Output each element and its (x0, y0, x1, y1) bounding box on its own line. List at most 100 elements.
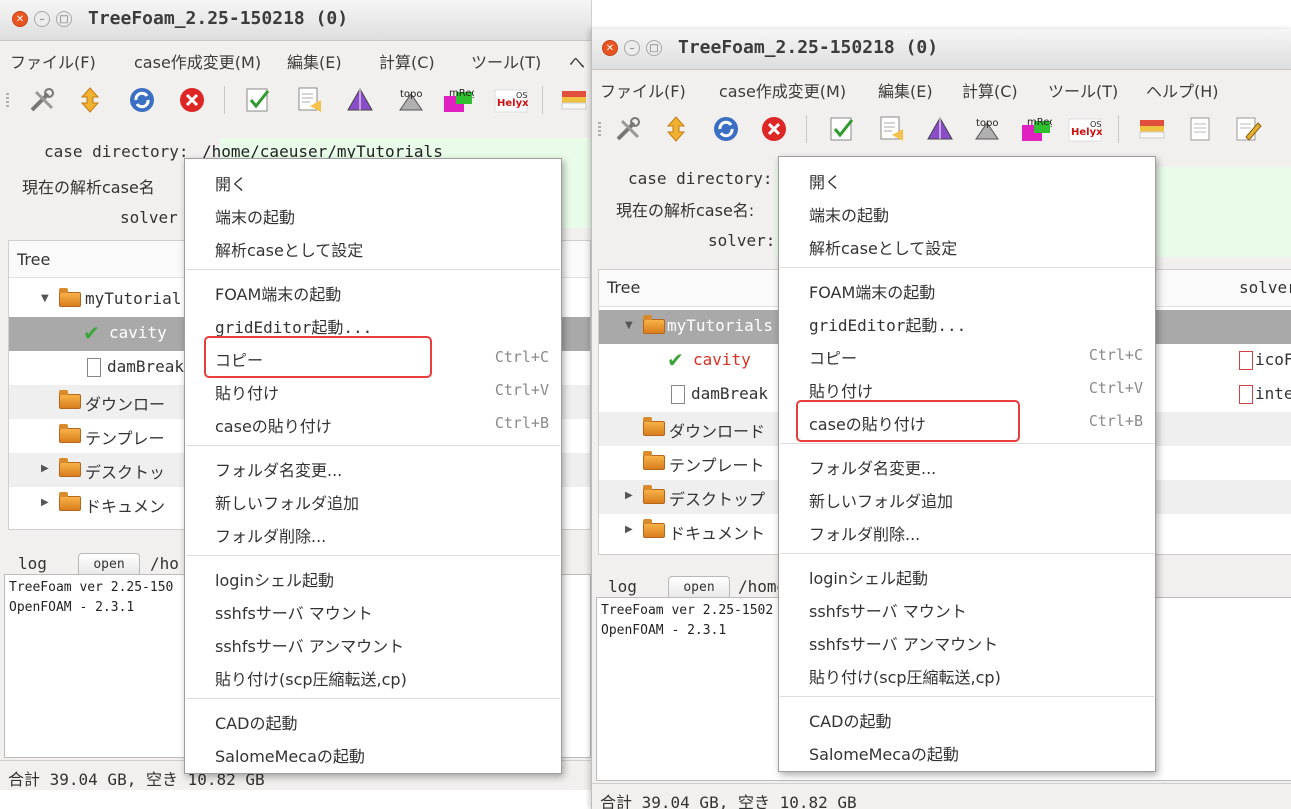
menu-file[interactable]: ファイル(F) (10, 49, 96, 73)
refresh-icon[interactable] (712, 115, 740, 143)
menu-item-salome[interactable]: SalomeMecaの起動 (185, 737, 561, 770)
expanded-arrow-icon[interactable]: ▼ (625, 320, 633, 331)
triangle-mesh-icon[interactable] (926, 115, 954, 143)
menu-item-rename[interactable]: フォルダ名変更... (779, 449, 1155, 482)
menu-item-delete-folder[interactable]: フォルダ削除... (779, 515, 1155, 548)
menu-case[interactable]: case作成変更(M) (719, 78, 846, 102)
minimize-window-button[interactable]: – (34, 11, 50, 27)
menu-item-sshfs-mount[interactable]: sshfsサーバ マウント (779, 592, 1155, 625)
menu-item-foam-terminal[interactable]: FOAM端末の起動 (185, 275, 561, 308)
collapsed-arrow-icon[interactable]: ▶ (625, 524, 633, 535)
log-label: log (608, 577, 637, 596)
topo-icon[interactable]: topo (396, 86, 426, 114)
document-icon[interactable] (1186, 115, 1214, 143)
tree-item-label: damBreak (107, 357, 185, 376)
stop-icon[interactable] (178, 86, 206, 114)
tools-icon[interactable] (28, 86, 56, 114)
minimize-window-button[interactable]: – (624, 40, 640, 56)
menu-bar: ファイル(F) case作成変更(M) 編集(E) 計算(C) ツール(T) へ (0, 40, 591, 76)
menu-calc[interactable]: 計算(C) (962, 78, 1018, 102)
toolbar-grip (6, 93, 9, 107)
solver-value: icoF (1255, 350, 1291, 369)
updown-arrows-icon[interactable] (662, 115, 690, 143)
menu-tools[interactable]: ツール(T) (471, 49, 541, 73)
menu-item-foam-terminal[interactable]: FOAM端末の起動 (779, 273, 1155, 306)
topo-icon[interactable]: topo (972, 115, 1002, 143)
context-menu-right: 開く 端末の起動 解析caseとして設定 FOAM端末の起動 gridEdito… (778, 156, 1156, 772)
menu-item-cad[interactable]: CADの起動 (779, 702, 1155, 735)
refresh-icon[interactable] (128, 86, 156, 114)
menu-item-set-case[interactable]: 解析caseとして設定 (779, 229, 1155, 262)
log-line: OpenFOAM - 2.3.1 (9, 600, 135, 615)
maximize-window-button[interactable]: □ (646, 40, 662, 56)
tree-item-label: ダウンロー (85, 395, 166, 414)
updown-arrows-icon[interactable] (76, 86, 104, 114)
checklist-icon[interactable] (828, 115, 856, 143)
folder-icon (59, 492, 81, 511)
notes-icon[interactable] (878, 115, 906, 143)
title-bar: ✕ – □ TreeFoam_2.25-150218 (0) (0, 0, 591, 41)
checkmark-icon: ✔ (667, 348, 684, 372)
menu-edit[interactable]: 編集(E) (878, 78, 933, 102)
tools-icon[interactable] (614, 115, 642, 143)
menu-item-new-folder[interactable]: 新しいフォルダ追加 (185, 484, 561, 517)
menu-separator (780, 267, 1154, 268)
expanded-arrow-icon[interactable]: ▼ (41, 293, 49, 304)
toolbar-separator (224, 86, 225, 114)
folder-icon (59, 424, 81, 443)
menu-item-salome[interactable]: SalomeMecaの起動 (779, 735, 1155, 768)
menu-item-set-case[interactable]: 解析caseとして設定 (185, 231, 561, 264)
close-window-button[interactable]: ✕ (12, 11, 28, 27)
collapsed-arrow-icon[interactable]: ▶ (625, 490, 633, 501)
menu-file[interactable]: ファイル(F) (600, 78, 686, 102)
edit-icon[interactable] (1234, 115, 1262, 143)
menu-item-copy[interactable]: コピー Ctrl+C (779, 339, 1155, 372)
grid-icon[interactable] (560, 86, 588, 114)
menu-item-sshfs-unmount[interactable]: sshfsサーバ アンマウント (779, 625, 1155, 658)
toolbar: topo mReg HelyxOS (0, 76, 591, 125)
folder-icon (59, 288, 81, 307)
menu-item-open[interactable]: 開く (185, 165, 561, 198)
menu-calc[interactable]: 計算(C) (379, 49, 435, 73)
collapsed-arrow-icon[interactable]: ▶ (41, 497, 49, 508)
menu-item-delete-folder[interactable]: フォルダ削除... (185, 517, 561, 550)
close-window-button[interactable]: ✕ (602, 40, 618, 56)
menu-item-paste[interactable]: 貼り付け Ctrl+V (185, 374, 561, 407)
menu-item-login-shell[interactable]: loginシェル起動 (779, 559, 1155, 592)
mreg-icon[interactable]: mReg (442, 86, 474, 114)
menu-help[interactable]: へ (569, 49, 585, 73)
mreg-icon[interactable]: mReg (1020, 115, 1052, 143)
tree-item-label: デスクトップ (669, 490, 766, 509)
menu-edit[interactable]: 編集(E) (287, 49, 342, 73)
triangle-mesh-icon[interactable] (346, 86, 374, 114)
menu-item-terminal[interactable]: 端末の起動 (185, 198, 561, 231)
grid-icon[interactable] (1138, 115, 1166, 143)
menu-item-paste-scp[interactable]: 貼り付け(scp圧縮転送,cp) (779, 658, 1155, 691)
helyx-os-icon[interactable]: Helyx OS (494, 86, 528, 114)
helyx-os-icon[interactable]: Helyx OS (1068, 115, 1102, 143)
log-line: OpenFOAM - 2.3.1 (601, 623, 727, 638)
tree-item-label: テンプレー (85, 429, 165, 448)
menu-separator (186, 555, 560, 556)
notes-icon[interactable] (296, 86, 324, 114)
topo-label: topo (976, 118, 999, 129)
menu-item-terminal[interactable]: 端末の起動 (779, 196, 1155, 229)
menu-tools[interactable]: ツール(T) (1048, 78, 1118, 102)
menu-item-rename[interactable]: フォルダ名変更... (185, 451, 561, 484)
menu-item-open[interactable]: 開く (779, 163, 1155, 196)
tree-item-label: テンプレート (669, 456, 765, 475)
checklist-icon[interactable] (244, 86, 272, 114)
menu-item-sshfs-mount[interactable]: sshfsサーバ マウント (185, 594, 561, 627)
stop-icon[interactable] (760, 115, 788, 143)
maximize-window-button[interactable]: □ (56, 11, 72, 27)
menu-item-login-shell[interactable]: loginシェル起動 (185, 561, 561, 594)
menu-item-paste-scp[interactable]: 貼り付け(scp圧縮転送,cp) (185, 660, 561, 693)
menu-case[interactable]: case作成変更(M) (134, 49, 261, 73)
collapsed-arrow-icon[interactable]: ▶ (41, 463, 49, 474)
menu-item-new-folder[interactable]: 新しいフォルダ追加 (779, 482, 1155, 515)
menu-item-grid-editor[interactable]: gridEditor起動... (779, 306, 1155, 339)
menu-item-paste-case[interactable]: caseの貼り付け Ctrl+B (185, 407, 561, 440)
menu-help[interactable]: ヘルプ(H) (1146, 78, 1219, 102)
menu-item-cad[interactable]: CADの起動 (185, 704, 561, 737)
menu-item-sshfs-unmount[interactable]: sshfsサーバ アンマウント (185, 627, 561, 660)
